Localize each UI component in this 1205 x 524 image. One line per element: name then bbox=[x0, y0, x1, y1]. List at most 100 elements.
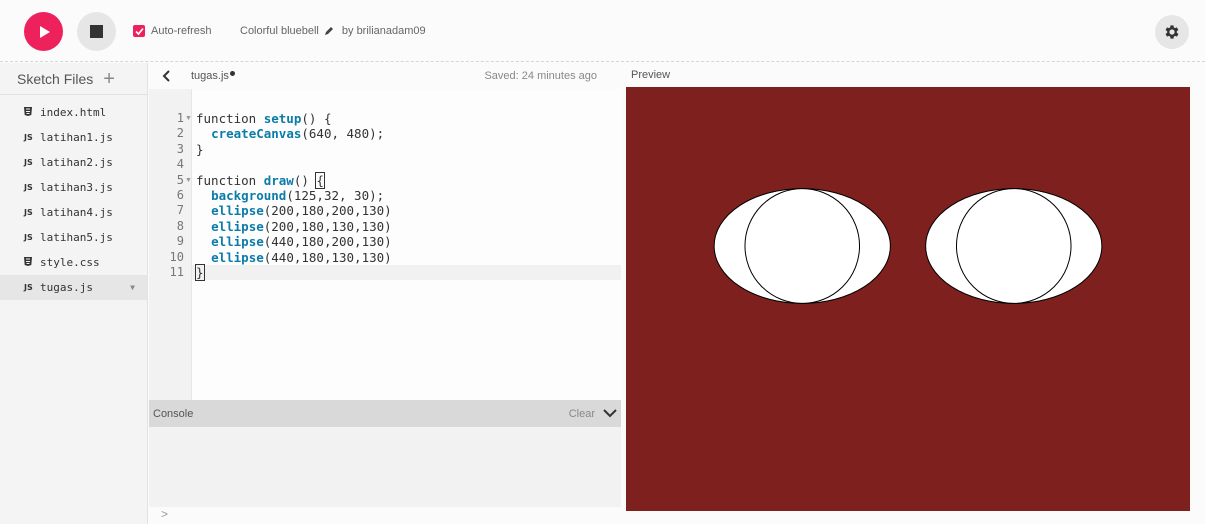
code-line: } bbox=[192, 142, 621, 157]
file-item[interactable]: JS latihan5.js bbox=[0, 225, 147, 250]
file-item[interactable]: JS latihan2.js bbox=[0, 150, 147, 175]
file-name: latihan3.js bbox=[40, 181, 113, 194]
matched-bracket: { bbox=[315, 171, 325, 189]
autorefresh-toggle[interactable]: Auto-refresh bbox=[133, 25, 212, 37]
file-name: index.html bbox=[40, 106, 107, 119]
file-name: latihan4.js bbox=[40, 206, 113, 219]
editor-tab[interactable]: tugas.js bbox=[191, 70, 235, 82]
file-item[interactable]: index.html bbox=[0, 100, 147, 125]
code-token-function: ellipse bbox=[211, 203, 264, 219]
line-number: 7 bbox=[176, 203, 184, 218]
code-token: (440,180,200,130) bbox=[263, 234, 392, 250]
canvas-ellipse bbox=[955, 188, 1072, 304]
settings-button[interactable] bbox=[1155, 15, 1189, 49]
code-line: function setup() { bbox=[192, 111, 621, 126]
file-item[interactable]: JS latihan3.js bbox=[0, 175, 147, 200]
line-number: 10 bbox=[169, 249, 184, 264]
sketch-name[interactable]: Colorful bluebell bbox=[240, 25, 319, 37]
file-item[interactable]: JS latihan1.js bbox=[0, 125, 147, 150]
line-number: 2 bbox=[176, 126, 184, 141]
saved-status: Saved: 24 minutes ago bbox=[484, 70, 597, 82]
js-file-icon: JS bbox=[24, 208, 33, 217]
file-item[interactable]: JS tugas.js ▼ bbox=[0, 275, 147, 300]
sketch-title: Colorful bluebell by brilianadam09 bbox=[240, 25, 426, 37]
sketch-author: by brilianadam09 bbox=[341, 25, 426, 37]
console-title: Console bbox=[153, 407, 194, 420]
code-line: ellipse(200,180,200,130) bbox=[192, 203, 621, 218]
toolbar: Auto-refresh Colorful bluebell by brilia… bbox=[0, 0, 1205, 62]
preview-header: Preview bbox=[626, 63, 1190, 87]
file-item[interactable]: style.css bbox=[0, 250, 147, 275]
fold-arrow-icon[interactable]: ▼ bbox=[185, 111, 192, 126]
unsaved-indicator bbox=[229, 71, 235, 76]
play-icon bbox=[39, 25, 50, 38]
code-line: ellipse(440,180,130,130) bbox=[192, 250, 621, 265]
autorefresh-checkbox[interactable] bbox=[133, 25, 145, 37]
code-token: (640, 480); bbox=[301, 126, 385, 142]
file-name: tugas.js bbox=[40, 281, 93, 294]
file-item[interactable]: JS latihan4.js bbox=[0, 200, 147, 225]
line-number: 4 bbox=[176, 157, 184, 172]
console-output bbox=[149, 427, 621, 507]
sketch-canvas bbox=[626, 87, 1190, 511]
code-line: } bbox=[192, 264, 621, 281]
canvas-background bbox=[626, 87, 1190, 511]
pencil-icon[interactable] bbox=[324, 26, 334, 36]
code-token: (125,32, 30); bbox=[286, 188, 385, 203]
code-line: background(125,32, 30); bbox=[192, 188, 621, 203]
line-number: 9 bbox=[176, 234, 184, 249]
chevron-left-icon bbox=[162, 70, 170, 82]
js-file-icon: JS bbox=[24, 158, 33, 167]
collapse-sidebar-button[interactable] bbox=[149, 66, 183, 86]
fold-arrow-icon[interactable]: ▼ bbox=[185, 173, 192, 188]
code-line: createCanvas(640, 480); bbox=[192, 126, 621, 141]
sidebar-header: Sketch Files + bbox=[0, 63, 147, 95]
file-list: index.html JS latihan1.js JS latihan2.js JS la… bbox=[0, 95, 147, 300]
console-clear-button[interactable]: Clear bbox=[569, 408, 595, 420]
line-number: 11 bbox=[169, 265, 184, 279]
js-file-icon: JS bbox=[24, 133, 33, 142]
line-number: 5 bbox=[176, 172, 184, 187]
file-options-caret-icon[interactable]: ▼ bbox=[130, 283, 135, 292]
code-token: (200,180,200,130) bbox=[263, 203, 392, 219]
matched-bracket: } bbox=[195, 264, 205, 281]
add-file-button[interactable]: + bbox=[103, 69, 115, 89]
line-number: 3 bbox=[176, 141, 184, 156]
code-token: } bbox=[196, 141, 204, 157]
css-file-icon bbox=[24, 257, 35, 268]
stop-button[interactable] bbox=[77, 12, 116, 51]
html-file-icon bbox=[24, 107, 35, 118]
preview-title: Preview bbox=[631, 69, 671, 81]
editor-header: tugas.js Saved: 24 minutes ago bbox=[149, 63, 623, 89]
console-header: Console Clear bbox=[149, 400, 621, 427]
line-number: 8 bbox=[176, 218, 184, 233]
code-line: function draw() { bbox=[192, 171, 621, 189]
code-line: ellipse(440,180,200,130) bbox=[192, 234, 621, 249]
file-name: latihan5.js bbox=[40, 231, 113, 244]
sidebar-title: Sketch Files bbox=[17, 70, 94, 87]
code-area[interactable]: function setup() { createCanvas(640, 480… bbox=[192, 89, 621, 400]
preview-canvas[interactable] bbox=[626, 87, 1190, 511]
code-token: () bbox=[293, 172, 317, 188]
console-input[interactable]: > bbox=[149, 507, 621, 524]
code-token: () { bbox=[301, 111, 332, 126]
code-editor[interactable]: 1 ▼ 2 3 4 5 ▼ 6 7 8 9 10 11 function setup() { creat… bbox=[149, 89, 621, 400]
code-token: (440,180,130,130) bbox=[263, 249, 392, 265]
code-token: function bbox=[196, 172, 264, 188]
editor-tab-name: tugas.js bbox=[191, 70, 229, 82]
console-prompt-symbol: > bbox=[161, 507, 169, 521]
code-token-function: ellipse bbox=[211, 249, 264, 265]
code-token-function: createCanvas bbox=[211, 126, 302, 142]
line-number-gutter: 1 ▼ 2 3 4 5 ▼ 6 7 8 9 10 11 bbox=[149, 89, 192, 400]
code-token: function bbox=[196, 111, 264, 126]
code-token-function: setup bbox=[263, 111, 302, 126]
file-name: latihan1.js bbox=[40, 131, 113, 144]
console-collapse-button[interactable] bbox=[603, 406, 617, 424]
canvas-ellipse bbox=[744, 188, 861, 304]
play-button[interactable] bbox=[24, 12, 63, 51]
